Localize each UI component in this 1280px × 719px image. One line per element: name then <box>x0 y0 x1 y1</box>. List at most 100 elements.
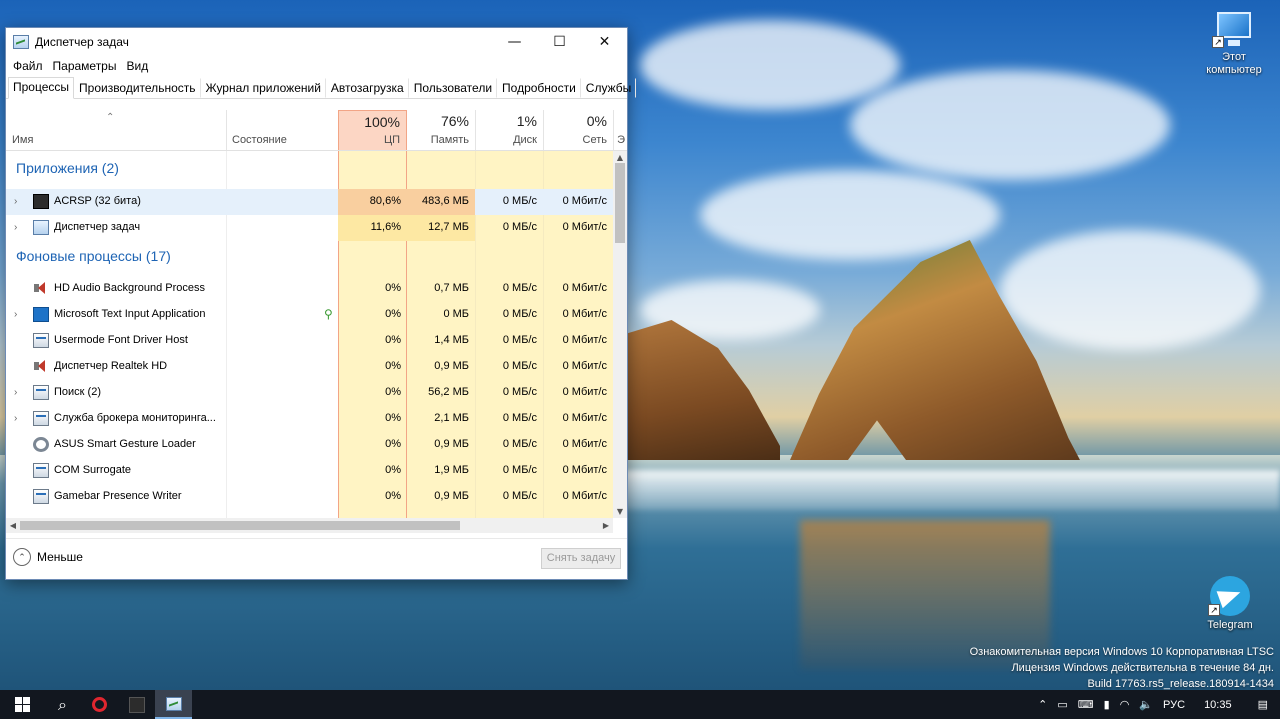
watermark-line: Ознакомительная версия Windows 10 Корпор… <box>969 646 1274 658</box>
tab-services[interactable]: Службы <box>581 78 637 98</box>
column-memory-label: Память <box>430 134 469 146</box>
process-name: Диспетчер задач <box>54 221 141 233</box>
menu-options[interactable]: Параметры <box>48 59 122 73</box>
opera-icon <box>92 697 107 712</box>
process-mem-value: 0,7 МБ <box>434 282 469 294</box>
process-mem-value: 0,9 МБ <box>434 438 469 450</box>
volume-icon[interactable]: 🔈 <box>1134 698 1158 711</box>
process-disk-value: 0 МБ/с <box>502 438 537 450</box>
expand-chevron-icon[interactable]: › <box>14 413 17 424</box>
process-row[interactable]: COM Surrogate 0% 1,9 МБ 0 МБ/с 0 Мбит/с <box>6 458 613 484</box>
desktop-icon-this-pc[interactable]: ↗ Этот компьютер <box>1194 8 1274 77</box>
vertical-scroll-thumb[interactable] <box>615 163 625 243</box>
computer-icon: ↗ <box>1212 8 1256 48</box>
process-row[interactable]: HD Audio Background Process 0% 0,7 МБ 0 МБ/… <box>6 276 613 302</box>
scroll-right-icon[interactable]: ▶ <box>599 521 613 530</box>
column-network[interactable]: 0% Сеть <box>543 110 613 150</box>
column-status[interactable]: Состояние <box>226 110 338 150</box>
fewer-details-label: Меньше <box>37 550 83 564</box>
minimize-button[interactable]: — <box>492 28 537 55</box>
process-net-value: 0 Мбит/с <box>562 221 607 233</box>
column-disk[interactable]: 1% Диск <box>475 110 543 150</box>
process-row[interactable]: Диспетчер Realtek HD 0% 0,9 МБ 0 МБ/с 0 Мбит… <box>6 354 613 380</box>
title-bar[interactable]: Диспетчер задач — ☐ ✕ <box>6 28 627 55</box>
network-icon[interactable]: ⌨ <box>1073 698 1099 711</box>
task-manager-icon <box>13 34 29 49</box>
process-row[interactable]: › Поиск (2) 0% 56,2 МБ 0 МБ/с 0 Мбит/с <box>6 380 613 406</box>
tab-performance[interactable]: Производительность <box>74 78 201 98</box>
desktop-icon-telegram[interactable]: ↗ Telegram <box>1190 576 1270 631</box>
keyboard-icon[interactable]: ▭ <box>1052 698 1072 711</box>
process-name: HD Audio Background Process <box>54 282 206 294</box>
search-button[interactable]: ⌕ <box>44 690 81 719</box>
process-mem-value: 1,9 МБ <box>434 464 469 476</box>
process-cpu-value: 0% <box>385 386 401 398</box>
scroll-up-icon[interactable]: ▲ <box>613 153 627 162</box>
fewer-details-button[interactable]: ⌃ Меньше <box>13 548 83 566</box>
process-disk-value: 0 МБ/с <box>502 334 537 346</box>
taskbar-task-manager[interactable] <box>155 690 192 719</box>
process-row[interactable]: ASUS Smart Gesture Loader 0% 0,9 МБ 0 МБ/с 0… <box>6 432 613 458</box>
disk-total: 1% <box>516 113 537 129</box>
process-cpu-value: 80,6% <box>369 195 401 207</box>
column-energy-label: Э <box>617 134 625 146</box>
wifi-icon[interactable]: ◠ <box>1115 698 1135 711</box>
process-cpu-value: 0% <box>385 438 401 450</box>
maximize-button[interactable]: ☐ <box>537 28 582 55</box>
scroll-left-icon[interactable]: ◀ <box>6 521 20 530</box>
process-row[interactable]: › Microsoft Text Input Application ⚲ 0% 0 МБ… <box>6 302 613 328</box>
start-button[interactable] <box>0 690 44 719</box>
memory-total: 76% <box>440 113 469 129</box>
process-net-value: 0 Мбит/с <box>562 308 607 320</box>
process-name: Gamebar Presence Writer <box>54 490 182 502</box>
taskbar-opera[interactable] <box>81 690 118 719</box>
expand-chevron-icon[interactable]: › <box>14 222 17 233</box>
tab-details[interactable]: Подробности <box>497 78 581 98</box>
language-indicator[interactable]: РУС <box>1158 699 1190 711</box>
tab-startup[interactable]: Автозагрузка <box>326 78 409 98</box>
process-cpu-value: 0% <box>385 464 401 476</box>
clock[interactable]: 10:35 <box>1190 699 1246 711</box>
notifications-icon[interactable]: ▤ <box>1246 698 1280 711</box>
vertical-scrollbar[interactable]: ▲ ▼ <box>613 151 627 518</box>
column-name[interactable]: Имя <box>6 110 226 150</box>
column-memory[interactable]: 76% Память <box>407 110 475 150</box>
process-row[interactable]: › Служба брокера мониторинга... 0% 2,1 МБ 0 … <box>6 406 613 432</box>
show-hidden-icons-icon[interactable]: ⌃ <box>1033 698 1052 711</box>
process-disk-value: 0 МБ/с <box>502 360 537 372</box>
process-row[interactable]: Usermode Font Driver Host 0% 1,4 МБ 0 МБ/с 0… <box>6 328 613 354</box>
process-net-value: 0 Мбит/с <box>562 412 607 424</box>
process-net-value: 0 Мбит/с <box>562 360 607 372</box>
horizontal-scroll-thumb[interactable] <box>20 521 460 530</box>
tab-app-history[interactable]: Журнал приложений <box>201 78 326 98</box>
process-net-value: 0 Мбит/с <box>562 334 607 346</box>
column-cpu[interactable]: 100% ЦП <box>338 110 407 150</box>
close-button[interactable]: ✕ <box>582 28 627 55</box>
system-tray: ⌃ ▭ ⌨ ▮ ◠ 🔈 РУС 10:35 ▤ <box>1033 690 1280 719</box>
group-header[interactable]: Приложения (2) <box>16 160 119 176</box>
process-row[interactable]: › ACRSP (32 бита) 80,6% 483,6 МБ 0 МБ/с 0 Мби… <box>6 189 613 215</box>
taskbar-acrsp[interactable] <box>118 690 155 719</box>
process-row[interactable]: › Диспетчер задач 11,6% 12,7 МБ 0 МБ/с 0 Мбит… <box>6 215 613 241</box>
process-cpu-value: 0% <box>385 308 401 320</box>
speaker-icon <box>33 359 49 374</box>
expand-chevron-icon[interactable]: › <box>14 387 17 398</box>
menu-file[interactable]: Файл <box>8 59 48 73</box>
network-total: 0% <box>586 113 607 129</box>
tab-processes[interactable]: Процессы <box>8 77 75 99</box>
group-header[interactable]: Фоновые процессы (17) <box>16 248 171 264</box>
battery-icon[interactable]: ▮ <box>1099 698 1115 711</box>
column-energy-partial[interactable]: Э <box>615 110 627 150</box>
process-name: Поиск (2) <box>54 386 101 398</box>
expand-chevron-icon[interactable]: › <box>14 309 17 320</box>
scroll-down-icon[interactable]: ▼ <box>613 507 627 516</box>
menu-view[interactable]: Вид <box>121 59 153 73</box>
tab-users[interactable]: Пользователи <box>409 78 498 98</box>
expand-chevron-icon[interactable]: › <box>14 196 17 207</box>
horizontal-scrollbar[interactable]: ◀ ▶ <box>6 518 613 533</box>
end-task-button[interactable]: Снять задачу <box>541 548 621 569</box>
column-status-label: Состояние <box>232 134 287 146</box>
process-row[interactable]: Gamebar Presence Writer 0% 0,9 МБ 0 МБ/с 0 М… <box>6 484 613 510</box>
windows-logo-icon <box>14 697 30 712</box>
process-mem-value: 0,9 МБ <box>434 490 469 502</box>
